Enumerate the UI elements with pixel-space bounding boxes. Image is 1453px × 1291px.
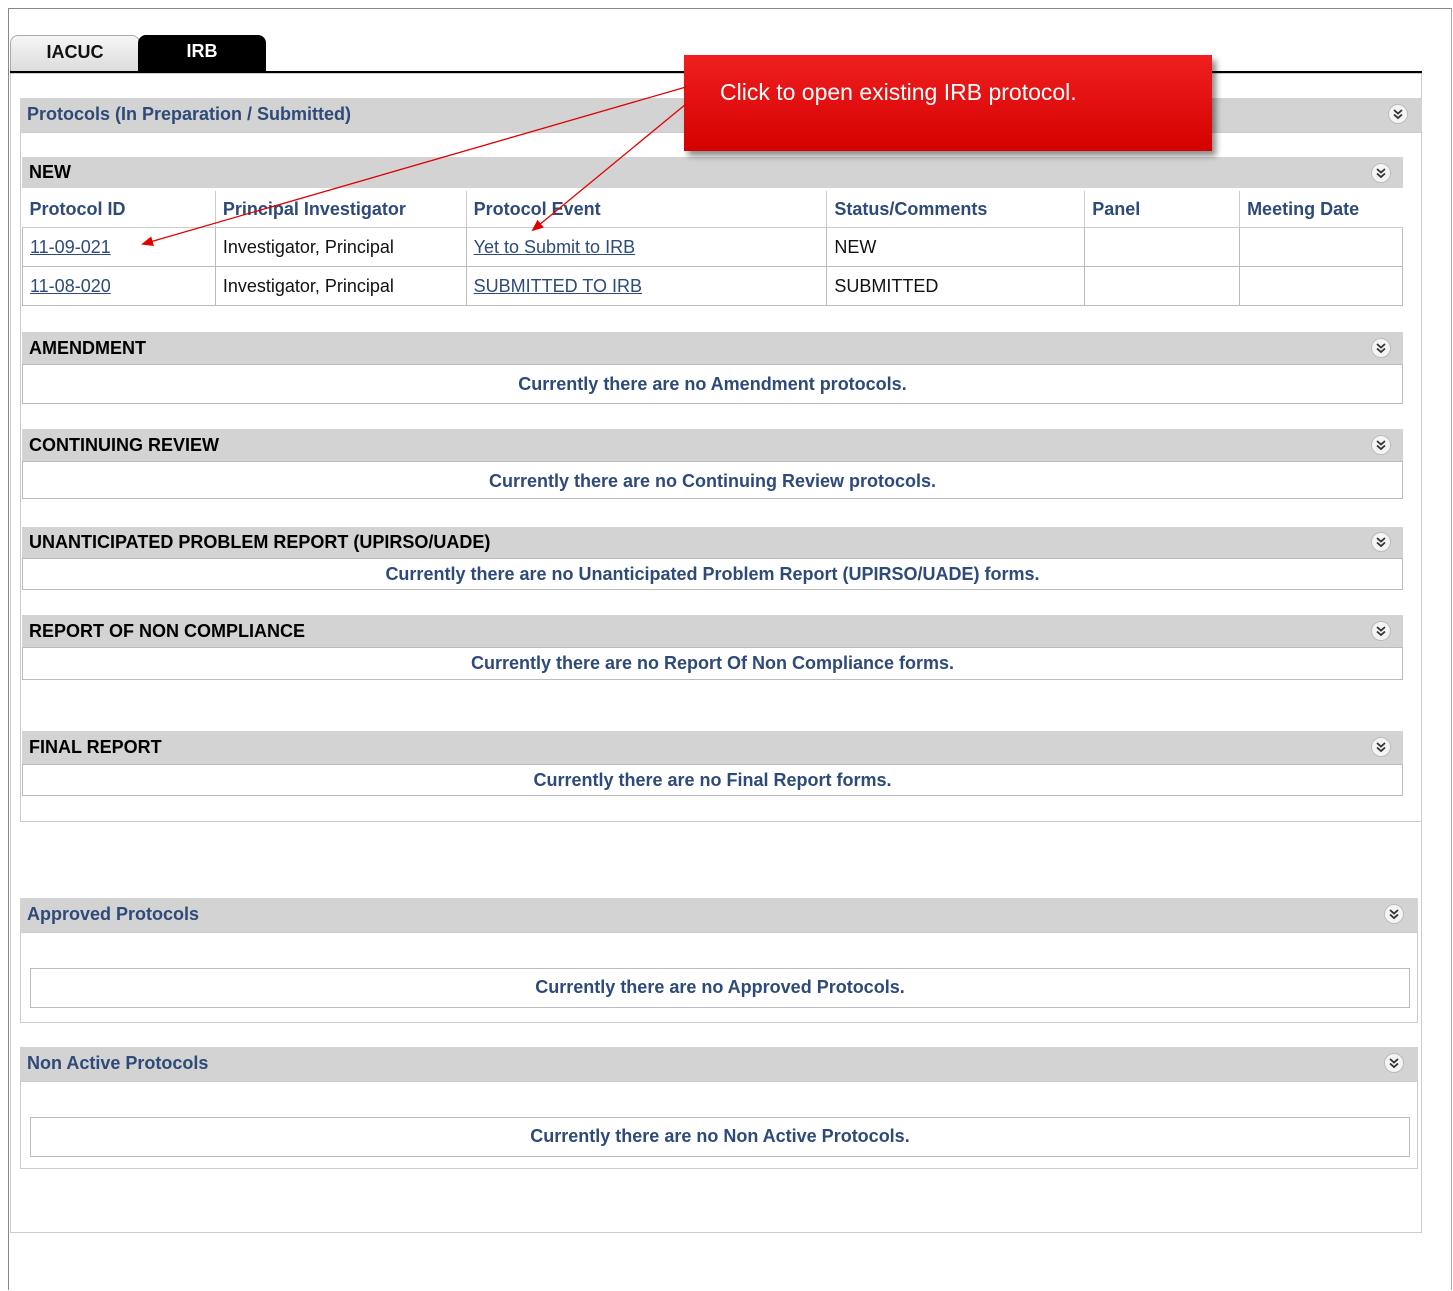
in-prep-section-title: Protocols (In Preparation / Submitted) bbox=[27, 104, 352, 124]
non-active-protocols-section-title: Non Active Protocols bbox=[27, 1053, 209, 1073]
tab-bar: IACUC IRB bbox=[10, 35, 266, 72]
tab-iacuc[interactable]: IACUC bbox=[10, 35, 140, 71]
tab-irb[interactable]: IRB bbox=[138, 35, 266, 71]
approved-protocols-section-title: Approved Protocols bbox=[27, 904, 200, 924]
non-active-protocols-empty-box: Currently there are no Non Active Protoc… bbox=[30, 1117, 1410, 1157]
collapse-chevron-icon[interactable] bbox=[1384, 904, 1404, 924]
non-active-protocols-empty-message: Currently there are no Non Active Protoc… bbox=[530, 1126, 910, 1146]
approved-protocols-empty-box: Currently there are no Approved Protocol… bbox=[30, 968, 1410, 1008]
in-prep-section-body bbox=[20, 132, 1422, 822]
collapse-chevron-icon[interactable] bbox=[1384, 1053, 1404, 1073]
non-active-protocols-section-header[interactable]: Non Active Protocols bbox=[20, 1047, 1418, 1081]
callout-annotation: Click to open existing IRB protocol. bbox=[684, 55, 1212, 151]
approved-protocols-empty-message: Currently there are no Approved Protocol… bbox=[535, 977, 905, 997]
approved-protocols-section-header[interactable]: Approved Protocols bbox=[20, 898, 1418, 932]
collapse-chevron-icon[interactable] bbox=[1388, 104, 1408, 124]
